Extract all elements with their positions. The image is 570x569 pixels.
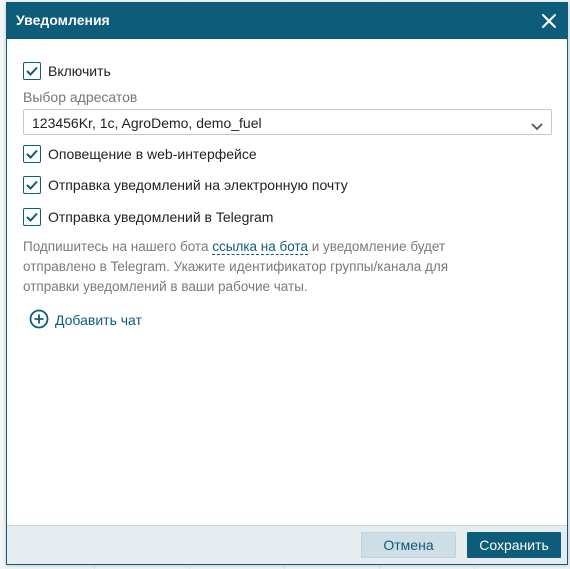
enable-label: Включить bbox=[48, 63, 111, 79]
dialog-footer: Отмена Сохранить bbox=[7, 525, 567, 564]
notifications-dialog: Уведомления Включить Выбор адресатов 123… bbox=[6, 2, 568, 565]
bot-link[interactable]: ссылка на бота bbox=[212, 239, 308, 255]
add-chat-button[interactable]: Добавить чат bbox=[29, 309, 142, 331]
chevron-down-icon bbox=[531, 118, 543, 131]
enable-checkbox[interactable] bbox=[23, 62, 41, 80]
checkmark-icon bbox=[26, 149, 38, 159]
dialog-titlebar: Уведомления bbox=[7, 3, 567, 39]
telegram-notification-label: Отправка уведомлений в Telegram bbox=[48, 209, 274, 225]
save-button[interactable]: Сохранить bbox=[467, 532, 561, 558]
recipients-value: 123456Kr, 1c, AgroDemo, demo_fuel bbox=[32, 115, 262, 131]
email-notification-row[interactable]: Отправка уведомлений на электронную почт… bbox=[23, 174, 348, 196]
email-notification-label: Отправка уведомлений на электронную почт… bbox=[48, 177, 348, 193]
checkmark-icon bbox=[26, 180, 38, 190]
web-notification-row[interactable]: Оповещение в web-интерфейсе bbox=[23, 143, 257, 165]
checkmark-icon bbox=[26, 212, 38, 222]
telegram-hint: Подпишитесь на нашего бота ссылка на бот… bbox=[23, 237, 483, 297]
add-chat-label: Добавить чат bbox=[55, 312, 142, 328]
dialog-title: Уведомления bbox=[16, 12, 110, 28]
plus-circle-icon bbox=[29, 309, 49, 332]
enable-row[interactable]: Включить bbox=[23, 60, 111, 82]
close-icon[interactable] bbox=[539, 11, 559, 31]
checkmark-icon bbox=[26, 66, 38, 76]
recipients-select[interactable]: 123456Kr, 1c, AgroDemo, demo_fuel bbox=[23, 109, 552, 135]
web-notification-label: Оповещение в web-интерфейсе bbox=[48, 146, 257, 162]
web-notification-checkbox[interactable] bbox=[23, 145, 41, 163]
hint-text-before: Подпишитесь на нашего бота bbox=[23, 239, 213, 254]
cancel-button[interactable]: Отмена bbox=[361, 532, 456, 558]
telegram-notification-row[interactable]: Отправка уведомлений в Telegram bbox=[23, 206, 273, 228]
telegram-notification-checkbox[interactable] bbox=[23, 208, 41, 226]
email-notification-checkbox[interactable] bbox=[23, 176, 41, 194]
recipients-label: Выбор адресатов bbox=[23, 89, 138, 105]
